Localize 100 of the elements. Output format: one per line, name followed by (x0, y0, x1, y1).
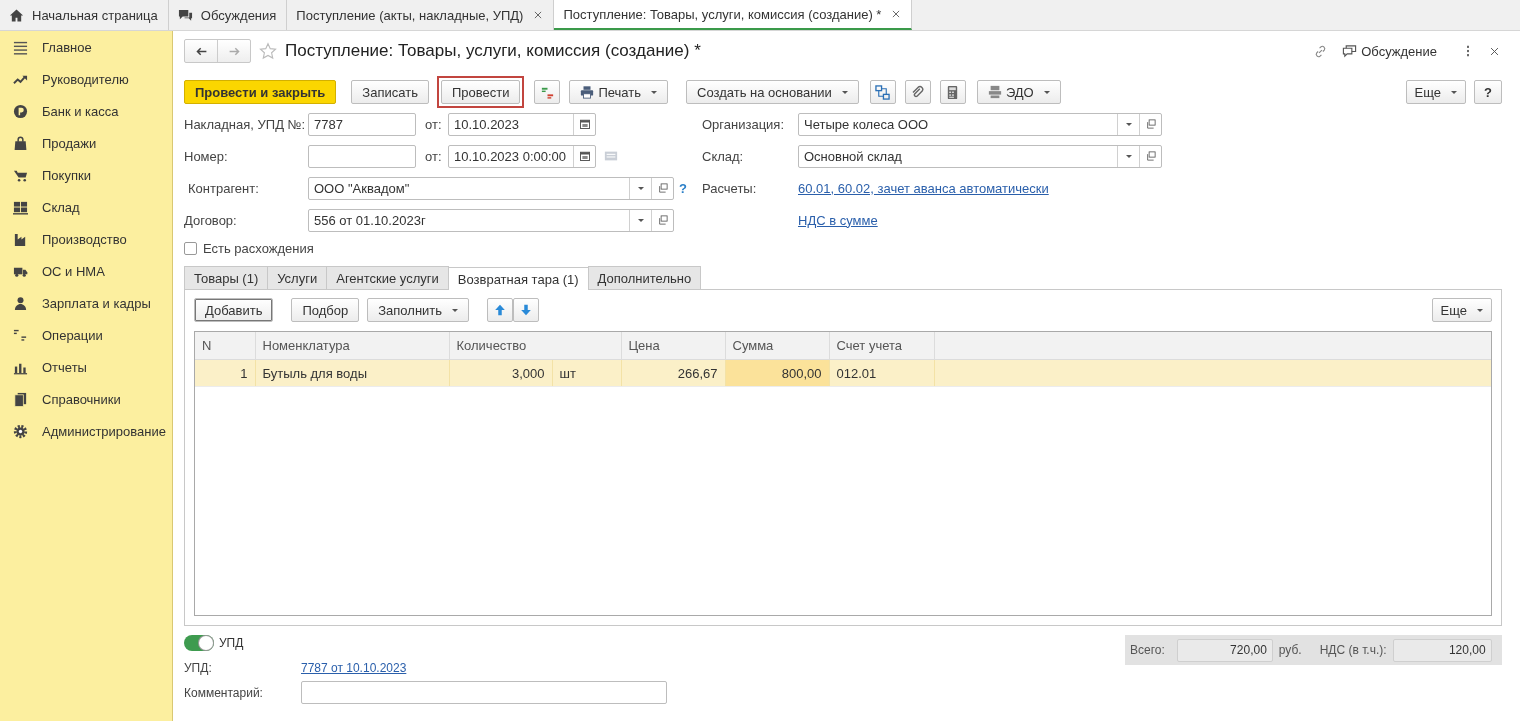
column-header: Счет учета (829, 332, 934, 360)
window-icon (1144, 118, 1157, 130)
number-field[interactable]: 7787 (309, 113, 415, 135)
grid-icon (13, 199, 28, 215)
link[interactable]: 7787 от 10.10.2023 (301, 661, 407, 675)
field-label: от: (425, 116, 442, 132)
table-cell: 1 (195, 359, 255, 387)
total-field[interactable]: 720,00 (1177, 639, 1272, 661)
table-cell: Бутыль для воды (255, 359, 449, 387)
organization-field[interactable]: Четыре колеса ООО (799, 113, 1117, 135)
warehouse-field[interactable]: Основной склад (798, 144, 1162, 168)
close-icon[interactable] (533, 10, 544, 20)
sidebar-item[interactable]: Зарплата и кадры (42, 295, 151, 311)
help-button[interactable]: ? (1474, 80, 1502, 104)
icon-button[interactable] (939, 80, 966, 104)
field-label: Всего: (1130, 643, 1165, 657)
date-field[interactable]: 10.10.2023 0:00:00 (448, 144, 596, 168)
star-icon[interactable] (259, 42, 277, 60)
discussion-button[interactable]: Обсуждение (1342, 43, 1437, 59)
field-label: Контрагент: (188, 180, 260, 196)
link[interactable]: НДС в сумме (798, 212, 878, 228)
close-icon (1489, 45, 1500, 57)
checkbox[interactable] (184, 241, 197, 255)
organization-field[interactable]: Четыре колеса ООО (798, 112, 1162, 136)
counterparty-field[interactable]: ООО "Аквадом" (309, 177, 629, 199)
icon-button[interactable] (534, 80, 561, 104)
sidebar-item[interactable]: Справочники (42, 391, 121, 407)
window-tab[interactable]: Обсуждения (168, 0, 288, 30)
stack-icon (987, 85, 1002, 99)
sidebar-item[interactable]: Продажи (42, 135, 97, 151)
move-down-button[interactable] (513, 298, 540, 322)
contract-field[interactable]: 556 от 01.10.2023г (308, 208, 674, 232)
toolbar-button[interactable]: Провести и закрыть (184, 80, 337, 104)
home-icon (9, 7, 24, 23)
icon-button[interactable] (869, 80, 896, 104)
caret-icon (1477, 308, 1483, 312)
calendar-icon (578, 118, 591, 130)
sidebar-item[interactable]: Склад (42, 199, 80, 215)
contract-field[interactable]: 556 от 01.10.2023г (309, 209, 629, 231)
caret-icon (1125, 122, 1132, 126)
tab[interactable]: Услуги (267, 266, 328, 289)
document-title: Поступление: Товары, услуги, комиссия (создание) * (285, 41, 701, 61)
icon-button[interactable] (904, 80, 931, 104)
menu-button[interactable]: ЭДО (976, 80, 1061, 104)
caret-icon (651, 90, 657, 94)
column-header: N (195, 332, 255, 360)
tab[interactable]: Дополнительно (587, 266, 702, 289)
tab[interactable]: Агентские услуги (326, 266, 449, 289)
tab[interactable]: Товары (1) (184, 266, 269, 289)
date-field[interactable]: 10.10.2023 (449, 113, 573, 135)
toolbar-button[interactable]: Добавить (194, 298, 274, 322)
table-cell: 800,00 (725, 359, 829, 387)
sidebar-item[interactable]: Производство (42, 231, 127, 247)
menu-button[interactable]: Заполнить (367, 298, 470, 322)
toggle-switch[interactable] (184, 635, 214, 651)
bag-icon (13, 135, 28, 151)
warehouse-field[interactable]: Основной склад (799, 145, 1117, 167)
tab[interactable]: Возвратная тара (1) (447, 267, 589, 290)
coin-icon (13, 103, 28, 119)
menu-button[interactable]: Создать на основании (686, 80, 859, 104)
sidebar-item[interactable]: Отчеты (42, 359, 87, 375)
books-icon (13, 391, 28, 407)
window-tab[interactable]: Начальная страница (0, 0, 169, 30)
checkbox-label: Есть расхождения (203, 240, 314, 256)
more-button[interactable]: Еще (1405, 80, 1466, 104)
date-field[interactable]: 10.10.2023 0:00:00 (449, 145, 573, 167)
link[interactable]: 60.01, 60.02, зачет аванса автоматически (798, 180, 1049, 196)
toolbar-button[interactable]: Подбор (291, 298, 360, 322)
window-tab[interactable]: Поступление: Товары, услуги, комиссия (создание) * (554, 0, 913, 30)
sidebar-item[interactable]: Главное (42, 39, 92, 55)
table-cell: шт (552, 359, 621, 387)
calendar-icon (578, 150, 591, 162)
sidebar-item[interactable]: Руководителю (42, 71, 129, 87)
caret-icon (637, 186, 644, 190)
sidebar-item[interactable]: Администрирование (42, 423, 166, 439)
column-header: Цена (621, 332, 725, 360)
sidebar-item[interactable]: Банк и касса (42, 103, 119, 119)
help-link[interactable]: ? (679, 180, 687, 196)
document-icon (604, 149, 618, 163)
toolbar-button[interactable]: Провести (440, 80, 521, 104)
sidebar-item[interactable]: Операции (42, 327, 103, 343)
vat-field[interactable]: 120,00 (1393, 639, 1491, 661)
paperclip-icon (910, 84, 926, 100)
column-header: Сумма (725, 332, 829, 360)
field-label: Номер: (184, 148, 229, 164)
sidebar-item[interactable]: ОС и НМА (42, 263, 105, 279)
field-label: Склад: (702, 148, 745, 164)
move-up-button[interactable] (487, 298, 514, 322)
toolbar-button[interactable]: Записать (351, 80, 429, 104)
field-label: Накладная, УПД №: (184, 116, 307, 132)
field-label: УПД: (184, 661, 213, 675)
close-icon[interactable] (891, 9, 902, 19)
sidebar-item[interactable]: Покупки (42, 167, 91, 183)
counterparty-field[interactable]: ООО "Аквадом" (308, 176, 674, 200)
person-icon (13, 295, 28, 311)
field-label: НДС (в т.ч.): (1319, 643, 1387, 657)
factory-icon (13, 231, 28, 247)
date-field[interactable]: 10.10.2023 (448, 112, 596, 136)
menu-button[interactable]: Печать (569, 80, 668, 104)
more-button[interactable]: Еще (1431, 298, 1492, 322)
